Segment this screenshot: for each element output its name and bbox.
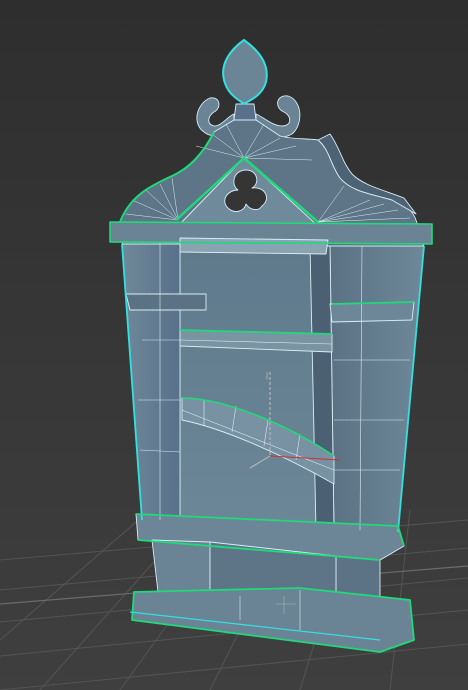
3d-viewport[interactable]: | [0, 0, 468, 690]
shelf-top [179, 237, 329, 255]
viewport-canvas[interactable]: | [0, 0, 468, 690]
inner-back-panel [179, 247, 331, 527]
base-lower-left [151, 539, 211, 593]
gizmo-y-label: | [266, 371, 268, 380]
left-capital [125, 293, 207, 311]
cabinet-mesh[interactable] [109, 39, 433, 653]
finial-top [222, 39, 268, 105]
right-pillar-front [329, 245, 425, 533]
right-capital [329, 301, 415, 323]
plinth [131, 587, 415, 653]
left-pillar-front [121, 243, 181, 521]
finial-neck [233, 103, 257, 121]
